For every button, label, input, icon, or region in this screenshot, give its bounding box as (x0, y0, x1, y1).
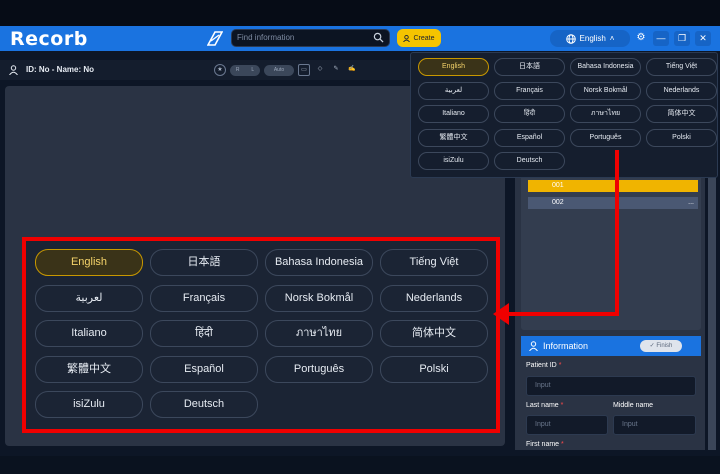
gear-icon[interactable]: ⚙ (634, 31, 648, 45)
scrollbar[interactable] (708, 160, 716, 450)
required-mark: * (558, 362, 562, 369)
person-icon (9, 65, 18, 75)
restore-button[interactable]: ❐ (674, 31, 690, 46)
callout-arrow (493, 303, 509, 325)
input-placeholder: Input (535, 421, 551, 428)
toggle-l: L (251, 67, 255, 73)
search-input[interactable]: Find information (231, 29, 390, 47)
tree-row[interactable]: 002... (528, 197, 698, 209)
callout-line (615, 150, 619, 316)
patient-id-label: Patient ID * (526, 362, 561, 369)
language-option[interactable]: 简体中文 (646, 105, 717, 123)
language-option[interactable]: Italiano (418, 105, 489, 123)
middle-name-input[interactable]: Input (613, 415, 696, 435)
last-name-label: Last name * (526, 402, 563, 409)
language-selector[interactable]: English ˄ (550, 30, 630, 47)
patient-id-text: ID: No - Name: No (26, 65, 94, 74)
tree-row-label: 001 (552, 182, 564, 189)
edit-icon[interactable]: ✍ (346, 64, 358, 76)
language-option[interactable]: Español (150, 355, 258, 383)
brand-mark-icon (207, 31, 223, 46)
language-option[interactable]: Tiếng Việt (380, 249, 488, 276)
file-tree (521, 170, 701, 330)
required-mark: * (560, 402, 564, 409)
tree-row-label: 002 (552, 199, 564, 206)
layout-icon[interactable]: ▭ (298, 64, 310, 76)
language-option[interactable]: 繁體中文 (35, 355, 143, 383)
required-mark: * (561, 441, 564, 448)
viewer-toolbar: ★ RL Auto ▭ ◇ ✎ ✍ (214, 62, 358, 78)
finish-label: Finish (656, 343, 673, 349)
user-icon (403, 34, 411, 42)
language-option[interactable]: Español (494, 128, 565, 147)
language-option[interactable]: Polski (380, 355, 488, 383)
language-option[interactable]: Nederlands (646, 81, 717, 100)
label-text: Last name (526, 402, 559, 409)
language-option[interactable]: Polski (646, 128, 717, 147)
input-placeholder: Input (535, 382, 551, 389)
search-icon[interactable] (373, 32, 384, 43)
language-option[interactable]: English (418, 58, 489, 76)
auto-label: Auto (273, 67, 285, 73)
language-option[interactable]: हिंदी (494, 105, 565, 123)
language-option[interactable]: 简体中文 (380, 320, 488, 348)
search-placeholder: Find information (237, 33, 295, 42)
language-dropdown: English 日本語 Bahasa Indonesia Tiếng Việt لعرب… (410, 52, 718, 178)
more-icon[interactable]: ... (688, 197, 694, 209)
language-option[interactable]: हिंदी (150, 320, 258, 348)
create-label: Create (413, 34, 435, 42)
auto-toggle[interactable]: Auto (264, 64, 294, 76)
patient-id-input[interactable]: Input (526, 376, 696, 396)
language-option[interactable]: 繁體中文 (418, 128, 489, 147)
title-strip (0, 0, 720, 26)
language-option[interactable]: Nederlands (380, 284, 488, 312)
minimize-button[interactable]: — (653, 31, 669, 46)
language-option[interactable]: Français (150, 284, 258, 312)
language-option[interactable]: 日本語 (494, 58, 565, 76)
language-option[interactable]: ภาษาไทย (265, 320, 373, 348)
language-option[interactable]: isiZulu (418, 152, 489, 170)
language-current: English (579, 34, 606, 43)
app-logo: Recorb (10, 28, 88, 50)
label-text: Patient ID (526, 362, 557, 369)
language-option[interactable]: Deutsch (494, 152, 565, 170)
language-option[interactable]: لعربية (35, 284, 143, 312)
language-option[interactable]: 日本語 (150, 249, 258, 276)
language-option[interactable]: isiZulu (35, 391, 143, 419)
star-icon[interactable]: ★ (214, 64, 226, 76)
language-option[interactable]: Deutsch (150, 391, 258, 419)
language-panel-zoomed: English 日本語 Bahasa Indonesia Tiếng Việt لعرب… (22, 237, 500, 433)
callout-line (506, 312, 619, 316)
chevron-up-icon: ˄ (609, 34, 615, 43)
language-option[interactable]: Bahasa Indonesia (570, 58, 641, 76)
person-icon (529, 341, 538, 351)
language-option[interactable]: ภาษาไทย (570, 105, 641, 123)
finish-button[interactable]: ✓ Finish (640, 340, 682, 352)
first-name-label: First name * (526, 441, 564, 448)
language-option[interactable]: Bahasa Indonesia (265, 249, 373, 276)
label-text: First name (526, 441, 560, 448)
side-toggle[interactable]: RL (230, 64, 260, 76)
create-button[interactable]: Create (397, 29, 441, 47)
language-option[interactable]: Norsk Bokmål (570, 81, 641, 100)
language-option[interactable]: Tiếng Việt (646, 58, 717, 76)
language-option[interactable]: Français (494, 81, 565, 100)
language-option[interactable]: Italiano (35, 320, 143, 348)
language-option[interactable]: لعربية (418, 81, 489, 100)
language-option[interactable]: English (35, 249, 143, 276)
language-option[interactable]: Português (265, 355, 373, 383)
language-option[interactable]: Português (570, 128, 641, 147)
information-title: Information (543, 341, 589, 351)
language-option[interactable]: Norsk Bokmål (265, 284, 373, 312)
tree-row[interactable]: 001 (528, 180, 698, 192)
middle-name-label: Middle name (613, 402, 654, 409)
last-name-input[interactable]: Input (526, 415, 608, 435)
input-placeholder: Input (622, 421, 638, 428)
pen-icon[interactable]: ✎ (330, 64, 342, 76)
status-strip (0, 456, 720, 474)
toggle-r: R (235, 67, 240, 73)
globe-icon (565, 33, 576, 44)
eraser-icon[interactable]: ◇ (314, 64, 326, 76)
close-button[interactable]: ✕ (695, 31, 711, 46)
